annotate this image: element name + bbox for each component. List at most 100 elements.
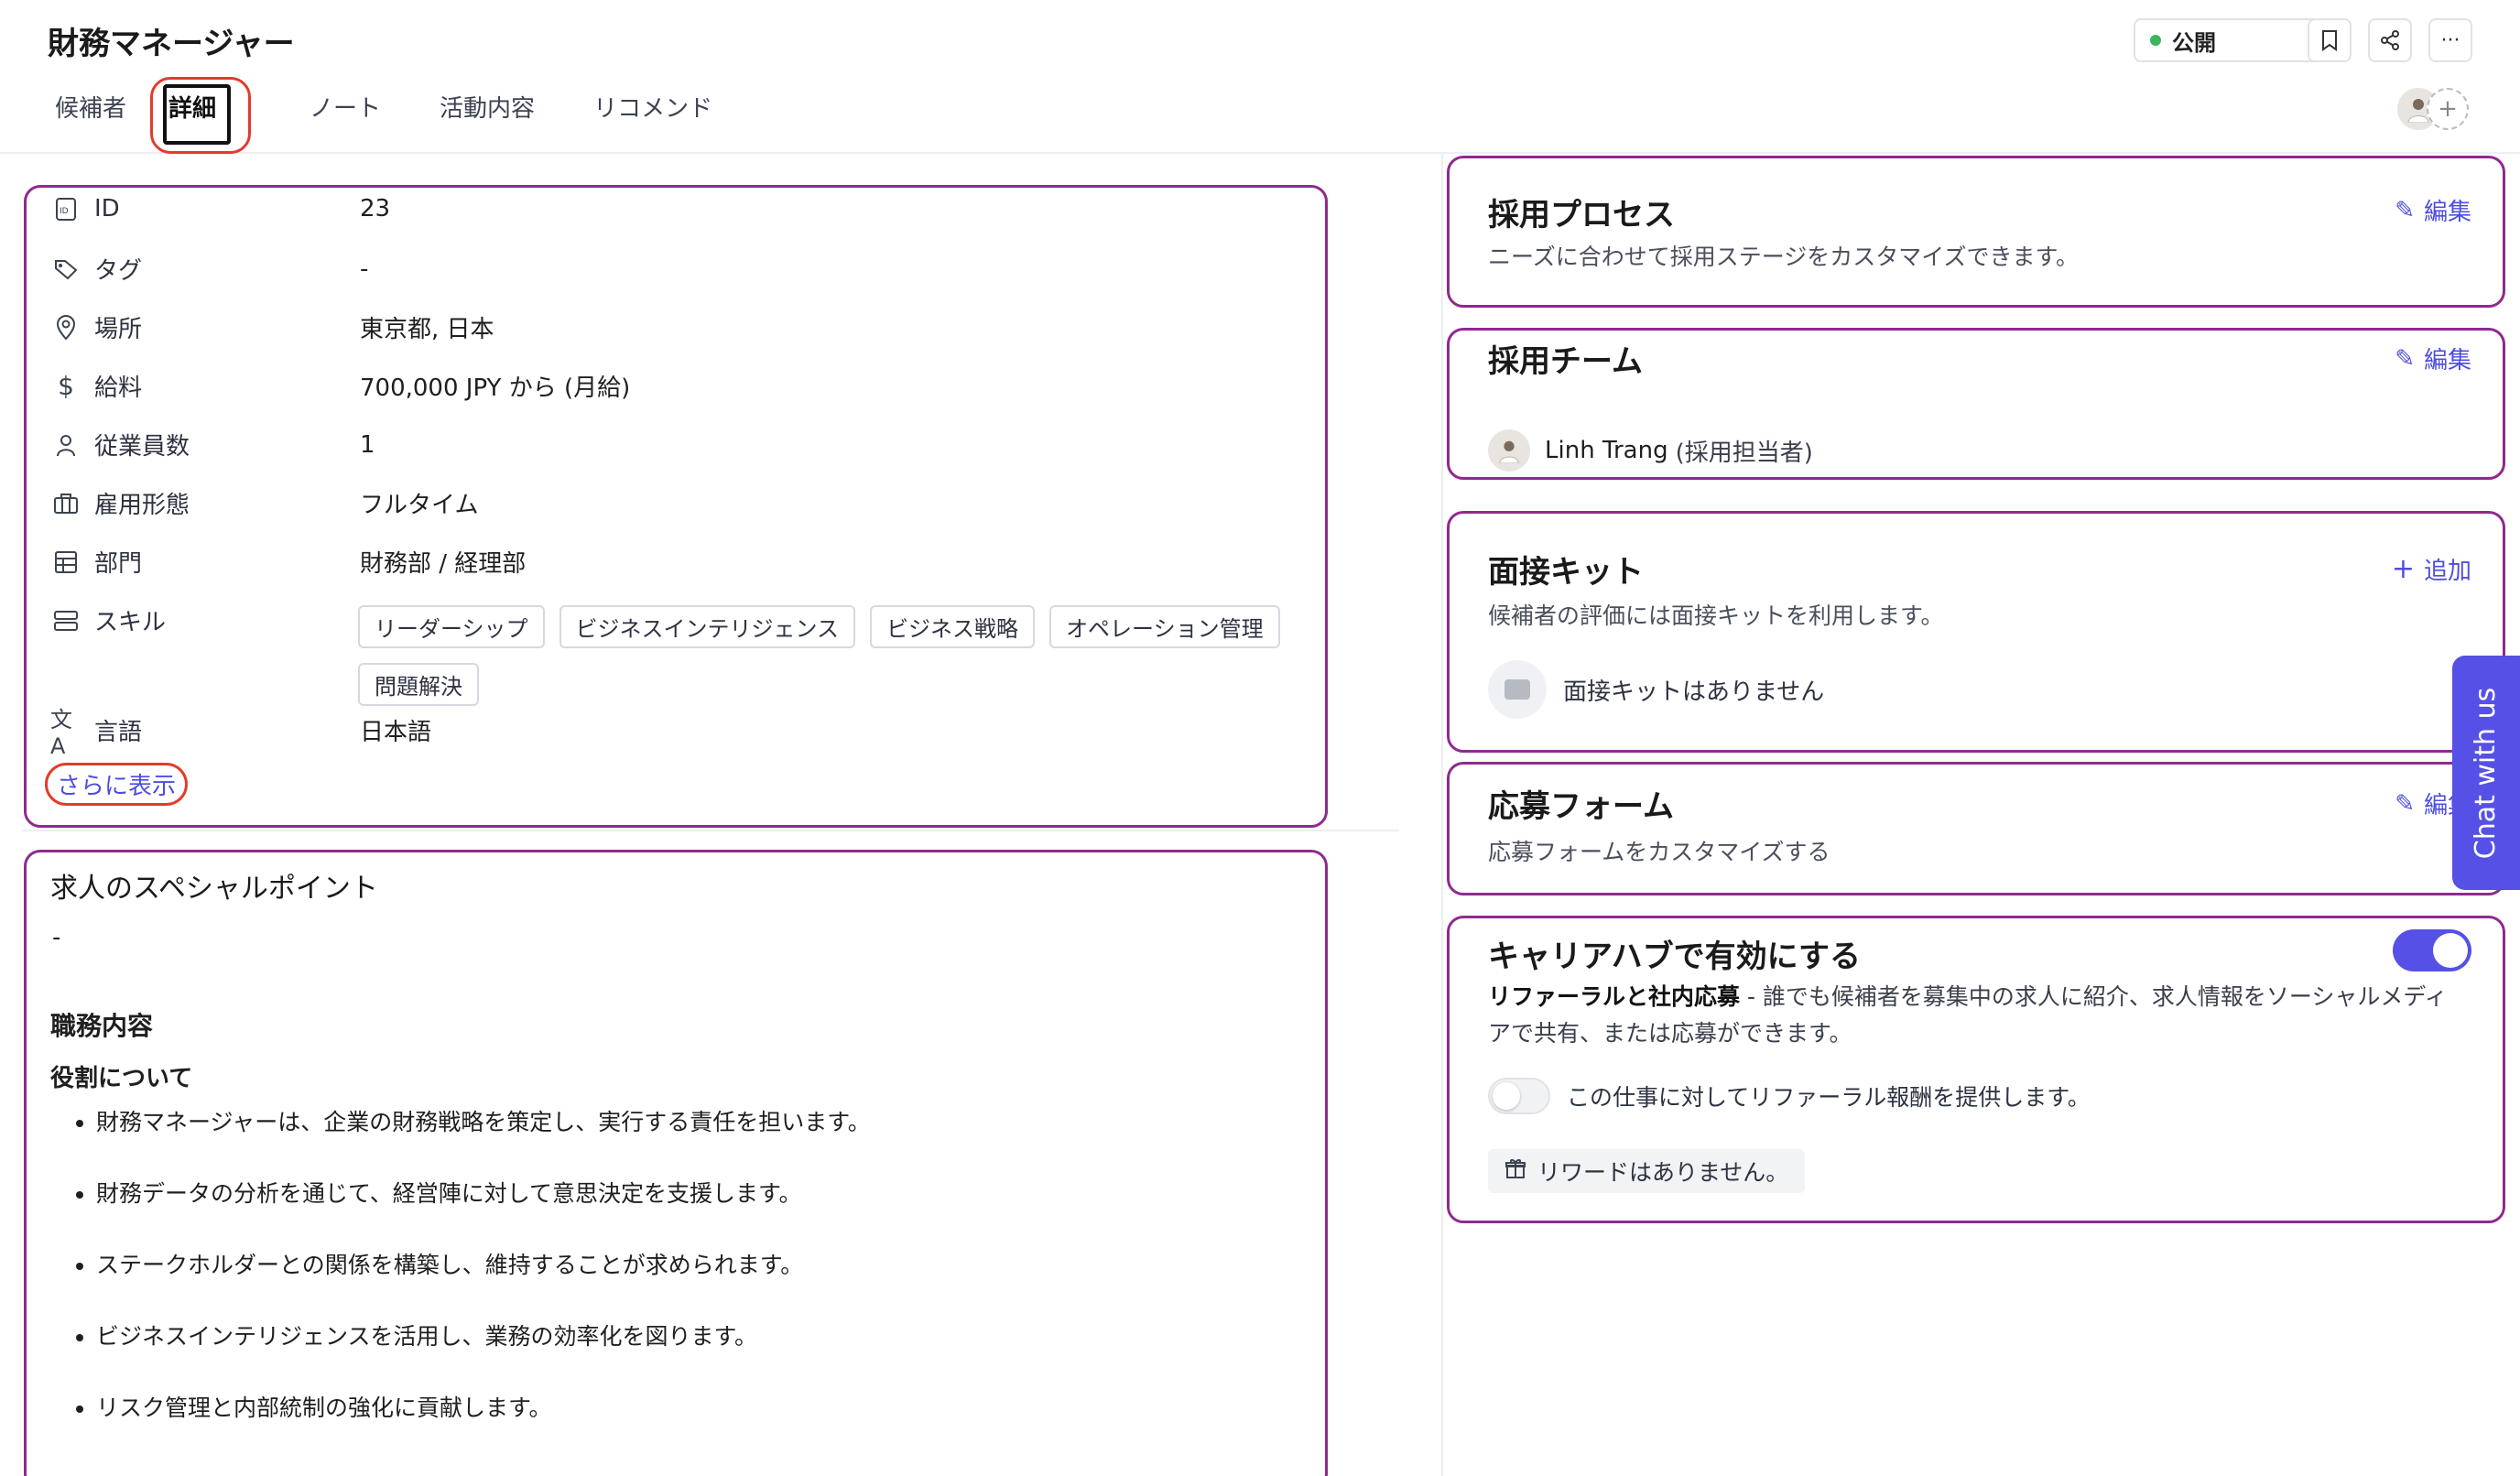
detail-row-id: ID ID 23 — [50, 193, 390, 224]
detail-label: 場所 — [94, 316, 143, 343]
plus-icon: + — [2391, 553, 2415, 585]
tab-activity[interactable]: 活動内容 — [440, 90, 535, 124]
page-title: 財務マネージャー — [48, 26, 295, 62]
dollar-icon: $ — [58, 371, 74, 401]
detail-label: 雇用形態 — [94, 492, 190, 519]
detail-label: 給料 — [94, 374, 143, 402]
referral-reward-label: この仕事に対してリファーラル報酬を提供します。 — [1567, 1084, 2091, 1111]
briefcase-icon — [50, 488, 81, 519]
plus-icon: + — [2438, 95, 2458, 123]
referral-reward-row: この仕事に対してリファーラル報酬を提供します。 — [1488, 1078, 2091, 1114]
pencil-icon: ✎ — [2395, 344, 2415, 373]
application-form-title: 応募フォーム — [1488, 788, 1674, 825]
status-label: 公開 — [2172, 29, 2216, 56]
gift-icon — [1504, 1157, 1526, 1185]
tab-recommend[interactable]: リコメンド — [593, 90, 712, 124]
special-points-value: - — [52, 924, 61, 951]
edit-label: 編集 — [2423, 199, 2471, 226]
detail-label: 従業員数 — [94, 433, 190, 461]
list-item: リスク管理と内部統制の強化に貢献します。 — [96, 1393, 1287, 1424]
detail-value: 財務部 / 経理部 — [360, 550, 527, 578]
reward-text: リワードはありません。 — [1537, 1159, 1789, 1186]
hiring-process-card: 採用プロセス ニーズに合わせて採用ステージをカスタマイズできます。 ✎ 編集 — [1447, 156, 2505, 308]
share-button[interactable] — [2368, 18, 2412, 62]
detail-value: 23 — [360, 195, 391, 222]
edit-team-button[interactable]: ✎ 編集 — [2395, 342, 2471, 375]
tab-details-wrap: 詳細 — [150, 77, 275, 154]
detail-label: 言語 — [94, 719, 143, 746]
empty-kit-text: 面接キットはありません — [1563, 678, 1825, 706]
list-item: 財務マネージャーは、企業の財務戦略を策定し、実行する責任を担います。 — [96, 1107, 1287, 1138]
special-points-title: 求人のスペシャルポイント — [50, 873, 378, 905]
edit-process-button[interactable]: ✎ 編集 — [2395, 193, 2471, 227]
chat-widget-label: Chat with us — [2470, 687, 2503, 859]
detail-row-employment-type: 雇用形態 フルタイム — [50, 486, 478, 520]
detail-row-employees: 従業員数 1 — [50, 428, 375, 461]
detail-row-skills: スキル — [50, 603, 360, 637]
detail-row-tag: タグ - — [50, 252, 368, 286]
detail-value: 1 — [360, 430, 375, 459]
detail-value: 東京都, 日本 — [360, 316, 494, 343]
list-item: ビジネスインテリジェンスを活用し、業務の効率化を図ります。 — [96, 1321, 1287, 1352]
more-horizontal-icon: ··· — [2440, 28, 2460, 52]
status-dot — [2150, 35, 2161, 46]
skill-chip: オペレーション管理 — [1049, 605, 1280, 648]
section-divider — [22, 830, 1399, 831]
interview-kit-card: 面接キット 候補者の評価には面接キットを利用します。 + 追加 面接キットはあり… — [1447, 511, 2505, 753]
team-avatars[interactable]: + — [2395, 86, 2472, 132]
bookmark-button[interactable] — [2308, 18, 2352, 62]
page-header: 財務マネージャー 候補者 詳細 ノート 活動内容 リコメンド 公開 ⌄ ··· … — [0, 0, 2520, 154]
add-member-button[interactable]: + — [2427, 88, 2469, 130]
skill-chip: ビジネス戦略 — [870, 605, 1036, 648]
detail-row-salary: $ 給料 700,000 JPY から (月給) — [50, 369, 630, 403]
location-pin-icon — [50, 312, 81, 343]
tab-notes[interactable]: ノート — [310, 90, 381, 124]
hiring-team-title: 採用チーム — [1488, 343, 1643, 380]
career-hub-card: キャリアハブで有効にする リファーラルと社内応募 - 誰でも候補者を募集中の求人… — [1447, 916, 2505, 1223]
skill-chip: 問題解決 — [358, 663, 479, 706]
detail-row-location: 場所 東京都, 日本 — [50, 310, 494, 344]
referral-reward-toggle[interactable] — [1488, 1078, 1550, 1114]
special-points-card: 求人のスペシャルポイント - 職務内容 役割について 財務マネージャーは、企業の… — [24, 850, 1328, 1476]
svg-text:ID: ID — [60, 207, 69, 216]
team-member[interactable]: Linh Trang (採用担当者) — [1488, 429, 1813, 472]
tab-details[interactable]: 詳細 — [168, 90, 216, 124]
detail-label: 部門 — [94, 550, 143, 578]
detail-row-department: 部門 財務部 / 経理部 — [50, 545, 526, 579]
tag-icon — [50, 254, 81, 285]
career-hub-description: リファーラルと社内応募 - 誰でも候補者を募集中の求人に紹介、求人情報をソーシャ… — [1488, 979, 2459, 1052]
skill-chip: ビジネスインテリジェンス — [559, 605, 856, 648]
detail-value: - — [360, 255, 369, 283]
hiring-team-card: 採用チーム ✎ 編集 Linh Trang (採用担当者) — [1447, 328, 2505, 480]
role-title: 役割について — [50, 1065, 193, 1092]
id-icon: ID — [50, 193, 81, 224]
hiring-process-title: 採用プロセス — [1488, 197, 1675, 233]
interview-kit-title: 面接キット — [1488, 554, 1644, 591]
more-options-button[interactable]: ··· — [2428, 18, 2472, 62]
details-card: ID ID 23 タグ - 場所 東京都, 日本 $ 給料 700,000 JP… — [24, 185, 1328, 828]
tab-candidates[interactable]: 候補者 — [55, 90, 126, 124]
member-name: Linh Trang — [1545, 437, 1668, 464]
show-more-link[interactable]: さらに表示 — [45, 763, 189, 806]
job-duties-title: 職務内容 — [50, 1011, 154, 1041]
reward-badge: リワードはありません。 — [1488, 1149, 1806, 1193]
tab-bar: 候補者 詳細 ノート 活動内容 リコメンド — [55, 77, 771, 154]
pencil-icon: ✎ — [2395, 789, 2415, 818]
add-kit-button[interactable]: + 追加 — [2392, 552, 2471, 586]
detail-row-language: 文A 言語 日本語 — [50, 707, 431, 759]
detail-value: フルタイム — [360, 492, 479, 519]
chat-widget-button[interactable]: Chat with us — [2452, 656, 2520, 890]
career-hub-title: キャリアハブで有効にする — [1488, 939, 1861, 975]
folder-icon — [1488, 660, 1547, 719]
toggle-knob — [1493, 1082, 1520, 1110]
avatar — [1488, 429, 1530, 472]
translate-icon: 文A — [50, 707, 72, 759]
toggle-knob — [2433, 933, 2468, 968]
hiring-process-subtitle: ニーズに合わせて採用ステージをカスタマイズできます。 — [1488, 244, 2080, 270]
edit-label: 編集 — [2423, 347, 2471, 374]
table-icon — [50, 547, 81, 578]
share-icon — [2381, 30, 2399, 50]
career-hub-toggle[interactable] — [2393, 929, 2471, 971]
empty-kit-state: 面接キットはありません — [1488, 660, 1824, 719]
detail-label: スキル — [94, 609, 167, 636]
